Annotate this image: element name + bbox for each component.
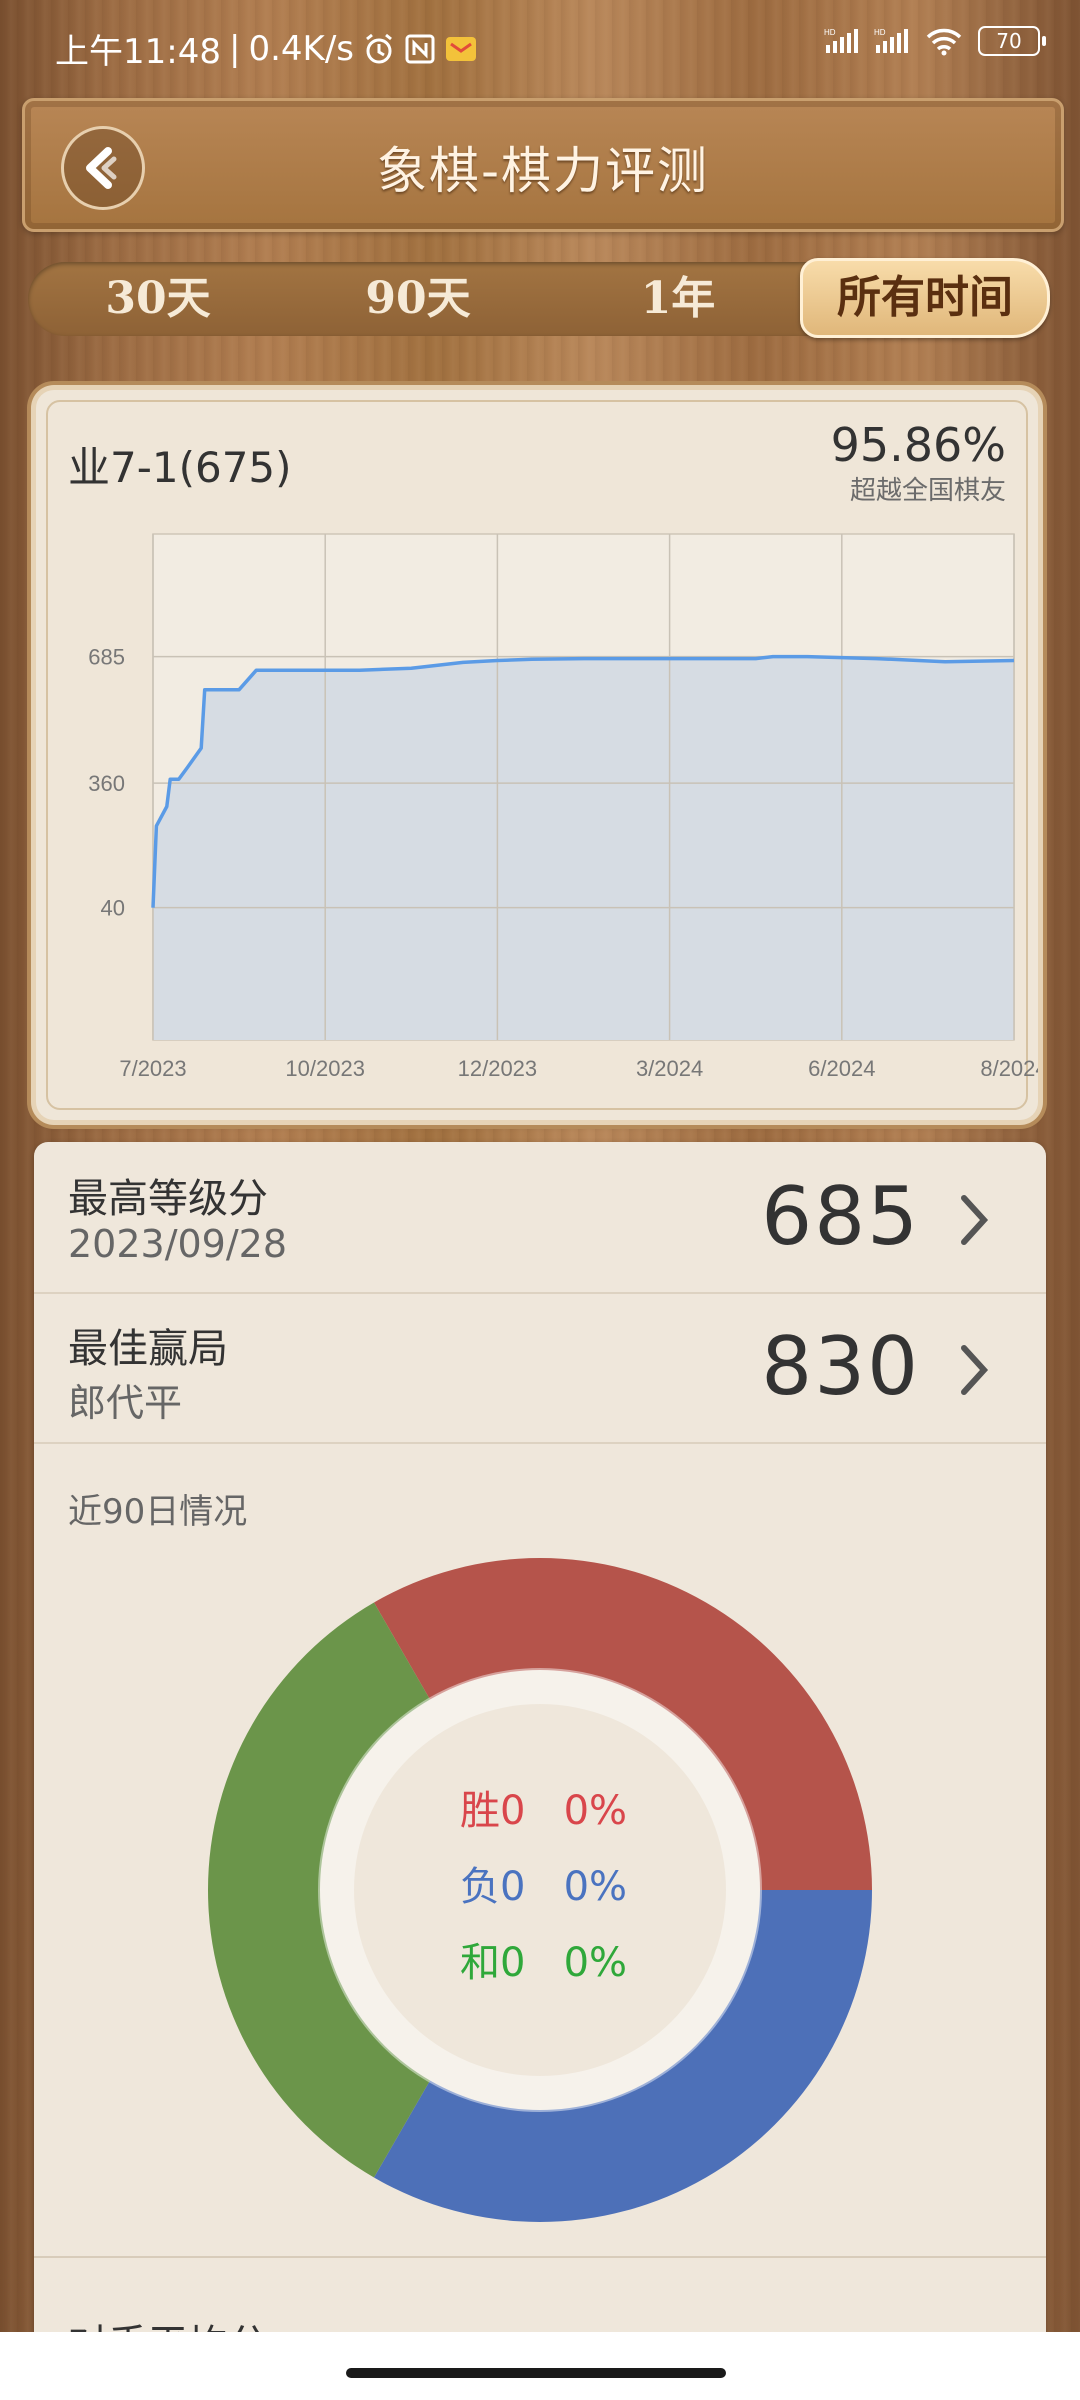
tab-all-time[interactable]: 所有时间 bbox=[800, 258, 1050, 338]
app-header: 象棋-棋力评测 bbox=[22, 98, 1064, 232]
divider bbox=[34, 2256, 1046, 2258]
draw-count: 和0 bbox=[460, 1940, 526, 1986]
time-range-tabs: 30天 90天 1年 所有时间 bbox=[28, 258, 1050, 338]
clock: 上午11:48 bbox=[55, 32, 221, 72]
y-tick-label: 360 bbox=[88, 771, 125, 796]
result-donut-chart bbox=[208, 1558, 872, 2222]
y-tick-label: 685 bbox=[88, 645, 125, 670]
signal-icon: HD bbox=[824, 28, 858, 53]
svg-text:HD: HD bbox=[874, 28, 886, 37]
tab-90-days[interactable]: 90天 bbox=[308, 262, 528, 336]
x-tick-label: 12/2023 bbox=[458, 1056, 538, 1081]
loss-count: 负0 bbox=[460, 1864, 526, 1910]
loss-percent: 0% bbox=[563, 1864, 628, 1910]
x-tick-label: 8/2024 bbox=[980, 1056, 1038, 1081]
win-percent: 0% bbox=[563, 1788, 628, 1834]
x-tick-label: 3/2024 bbox=[636, 1056, 703, 1081]
rating-chart-card: 业7-1(675) 95.86% 超越全国棋友 40 360 685 7/2023 10… bbox=[36, 390, 1038, 1120]
wifi-icon bbox=[926, 28, 962, 56]
nav-bar-background bbox=[0, 2332, 1080, 2400]
rating-line-chart: 40 360 685 7/2023 10/2023 12/2023 3/2024 6/2024… bbox=[88, 533, 1038, 1081]
page-title: 象棋-棋力评测 bbox=[376, 142, 710, 200]
nfc-icon bbox=[405, 34, 435, 63]
draw-percent: 0% bbox=[563, 1940, 628, 1986]
alarm-icon bbox=[366, 33, 392, 63]
battery-icon: 70 bbox=[978, 26, 1046, 56]
stats-panel: 最高等级分 2023/09/28 685 最佳赢局 郎代平 830 近90日情况… bbox=[34, 1142, 1046, 2382]
network-speed: 0.4K/s bbox=[248, 28, 354, 69]
x-tick-label: 6/2024 bbox=[808, 1056, 875, 1081]
x-tick-label: 7/2023 bbox=[119, 1056, 186, 1081]
svg-text:HD: HD bbox=[824, 28, 836, 37]
status-bar: 上午11:48 | 0.4K/s HD HD 70 bbox=[0, 0, 1080, 96]
y-tick-label: 40 bbox=[101, 896, 125, 921]
tab-1-year[interactable]: 1年 bbox=[568, 262, 788, 336]
tab-30-days[interactable]: 30天 bbox=[48, 262, 268, 336]
signal-icon: HD bbox=[874, 28, 908, 53]
mail-icon bbox=[446, 36, 476, 61]
rating-area bbox=[153, 656, 1014, 1040]
x-tick-label: 10/2023 bbox=[285, 1056, 365, 1081]
win-count: 胜0 bbox=[460, 1788, 526, 1834]
home-indicator[interactable] bbox=[346, 2368, 726, 2378]
